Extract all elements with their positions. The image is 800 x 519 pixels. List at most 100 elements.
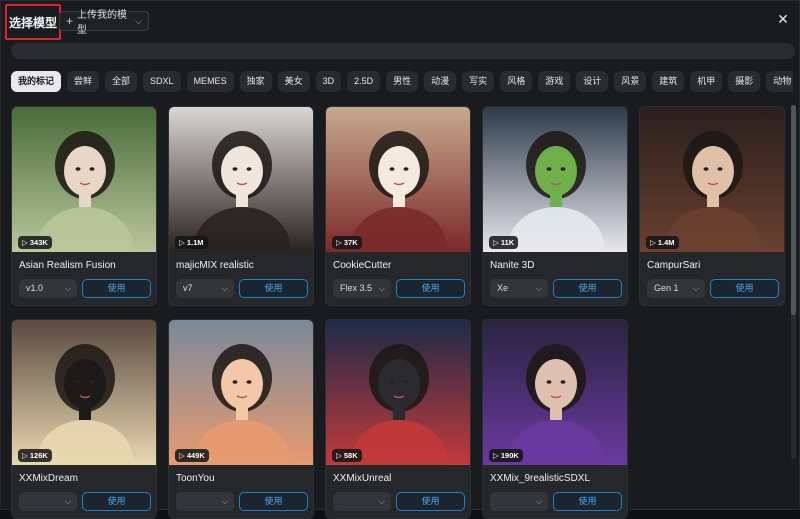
- tag-filter[interactable]: 写实: [462, 71, 495, 92]
- version-value: v1.0: [26, 283, 44, 293]
- model-preview-image: [326, 107, 470, 252]
- version-select[interactable]: v1.0 ⌵: [19, 279, 77, 298]
- search-input[interactable]: [11, 43, 795, 59]
- model-thumbnail[interactable]: [483, 107, 627, 252]
- tag-filter[interactable]: 动物: [766, 71, 793, 92]
- chevron-down-icon: ⌵: [378, 284, 385, 293]
- view-count: 343K: [29, 238, 48, 247]
- model-thumbnail[interactable]: [483, 320, 627, 465]
- version-select[interactable]: Xe ⌵: [490, 279, 548, 298]
- version-value: Xe: [497, 283, 509, 293]
- model-preview-image: [169, 107, 313, 252]
- model-thumbnail[interactable]: [12, 107, 156, 252]
- view-count-badge: ▷ 37K: [332, 236, 362, 249]
- close-icon[interactable]: ✕: [775, 11, 791, 27]
- model-thumbnail[interactable]: [12, 320, 156, 465]
- use-button[interactable]: 使用: [82, 492, 151, 511]
- chevron-down-icon: ⌵: [535, 284, 542, 293]
- tag-filter[interactable]: 设计: [576, 71, 609, 92]
- tag-filter-bar: 我的标记 尝鲜 全部 SDXL MEMES 独家 美女 3D 2.5D 男性 动漫 写实 风格 游戏 设计风…: [11, 71, 793, 93]
- chevron-down-icon: ⌵: [64, 284, 71, 293]
- tag-filter[interactable]: 尝鲜: [67, 71, 100, 92]
- tag-filter[interactable]: 建筑: [652, 71, 685, 92]
- view-count-badge: ▷ 343K: [18, 236, 52, 249]
- view-count-badge: ▷ 190K: [489, 449, 523, 462]
- model-name: CookieCutter: [333, 260, 392, 271]
- tag-filter[interactable]: 动漫: [424, 71, 457, 92]
- chevron-down-icon: ⌵: [535, 497, 542, 506]
- plus-icon: +: [66, 14, 74, 28]
- tag-filter[interactable]: 风格: [500, 71, 533, 92]
- tag-filter[interactable]: 游戏: [538, 71, 571, 92]
- model-name: XXMix_9realisticSDXL: [490, 473, 591, 484]
- model-preview-image: [169, 320, 313, 465]
- model-thumbnail[interactable]: [326, 107, 470, 252]
- tag-filter[interactable]: 机甲: [690, 71, 723, 92]
- view-count: 1.1M: [186, 238, 204, 247]
- use-button[interactable]: 使用: [239, 492, 308, 511]
- model-card[interactable]: ▷ 126K XXMixDream ⌵ 使用: [11, 319, 157, 519]
- tag-filter[interactable]: MEMES: [186, 71, 234, 92]
- model-thumbnail[interactable]: [326, 320, 470, 465]
- model-thumbnail[interactable]: [640, 107, 784, 252]
- model-name: ToonYou: [176, 473, 215, 484]
- version-select[interactable]: ⌵: [19, 492, 77, 511]
- tag-filter[interactable]: 男性: [386, 71, 419, 92]
- version-select[interactable]: ⌵: [333, 492, 391, 511]
- upload-model-button[interactable]: + 上传我的模型 ⌵: [59, 10, 149, 36]
- use-button[interactable]: 使用: [710, 279, 779, 298]
- scrollbar-thumb[interactable]: [791, 105, 796, 315]
- view-count: 58K: [343, 451, 358, 460]
- version-select[interactable]: ⌵: [490, 492, 548, 511]
- view-count-badge: ▷ 11K: [489, 236, 519, 249]
- model-name: Nanite 3D: [490, 260, 535, 271]
- use-button[interactable]: 使用: [396, 279, 465, 298]
- version-select[interactable]: Flex 3.5 ⌵: [333, 279, 391, 298]
- upload-model-label: 上传我的模型: [77, 10, 128, 36]
- model-card[interactable]: ▷ 343K Asian Realism Fusion v1.0 ⌵ 使用: [11, 106, 157, 306]
- use-button[interactable]: 使用: [239, 279, 308, 298]
- view-count: 37K: [343, 238, 358, 247]
- model-card[interactable]: ▷ 37K CookieCutter Flex 3.5 ⌵ 使用: [325, 106, 471, 306]
- version-value: Flex 3.5: [340, 283, 373, 293]
- use-button[interactable]: 使用: [553, 492, 622, 511]
- use-button[interactable]: 使用: [553, 279, 622, 298]
- tag-filter[interactable]: 独家: [239, 71, 272, 92]
- tag-filter[interactable]: 2.5D: [347, 71, 381, 92]
- tag-filter[interactable]: 我的标记: [11, 71, 62, 92]
- view-count-badge: ▷ 449K: [175, 449, 209, 462]
- model-card[interactable]: ▷ 1.1M majicMIX realistic v7 ⌵ 使用: [168, 106, 314, 306]
- model-preview-image: [12, 107, 156, 252]
- model-card[interactable]: ▷ 58K XXMixUnreal ⌵ 使用: [325, 319, 471, 519]
- view-count-badge: ▷ 58K: [332, 449, 362, 462]
- model-card[interactable]: ▷ 1.4M CampurSari Gen 1 ⌵ 使用: [639, 106, 785, 306]
- use-button[interactable]: 使用: [82, 279, 151, 298]
- model-preview-image: [326, 320, 470, 465]
- tag-filter[interactable]: 风景: [614, 71, 647, 92]
- model-name: XXMixUnreal: [333, 473, 392, 484]
- model-card[interactable]: ▷ 449K ToonYou ⌵ 使用: [168, 319, 314, 519]
- tag-filter[interactable]: 3D: [315, 71, 342, 92]
- tag-filter[interactable]: 美女: [277, 71, 310, 92]
- version-select[interactable]: Gen 1 ⌵: [647, 279, 705, 298]
- version-select[interactable]: ⌵: [176, 492, 234, 511]
- scrollbar[interactable]: [791, 105, 796, 459]
- model-card[interactable]: ▷ 190K XXMix_9realisticSDXL ⌵ 使用: [482, 319, 628, 519]
- view-count-badge: ▷ 1.1M: [175, 236, 208, 249]
- model-card[interactable]: ▷ 11K Nanite 3D Xe ⌵ 使用: [482, 106, 628, 306]
- model-thumbnail[interactable]: [169, 320, 313, 465]
- tag-filter[interactable]: 全部: [105, 71, 138, 92]
- version-value: Gen 1: [654, 283, 679, 293]
- model-preview-image: [483, 320, 627, 465]
- model-preview-image: [12, 320, 156, 465]
- use-button[interactable]: 使用: [396, 492, 465, 511]
- version-select[interactable]: v7 ⌵: [176, 279, 234, 298]
- chevron-down-icon: ⌵: [221, 497, 228, 506]
- dialog-title: 选择模型: [5, 4, 61, 40]
- view-count-badge: ▷ 1.4M: [646, 236, 679, 249]
- tag-filter[interactable]: 摄影: [728, 71, 761, 92]
- tag-filter[interactable]: SDXL: [143, 71, 181, 92]
- model-thumbnail[interactable]: [169, 107, 313, 252]
- chevron-down-icon: ⌵: [221, 284, 228, 293]
- version-value: v7: [183, 283, 193, 293]
